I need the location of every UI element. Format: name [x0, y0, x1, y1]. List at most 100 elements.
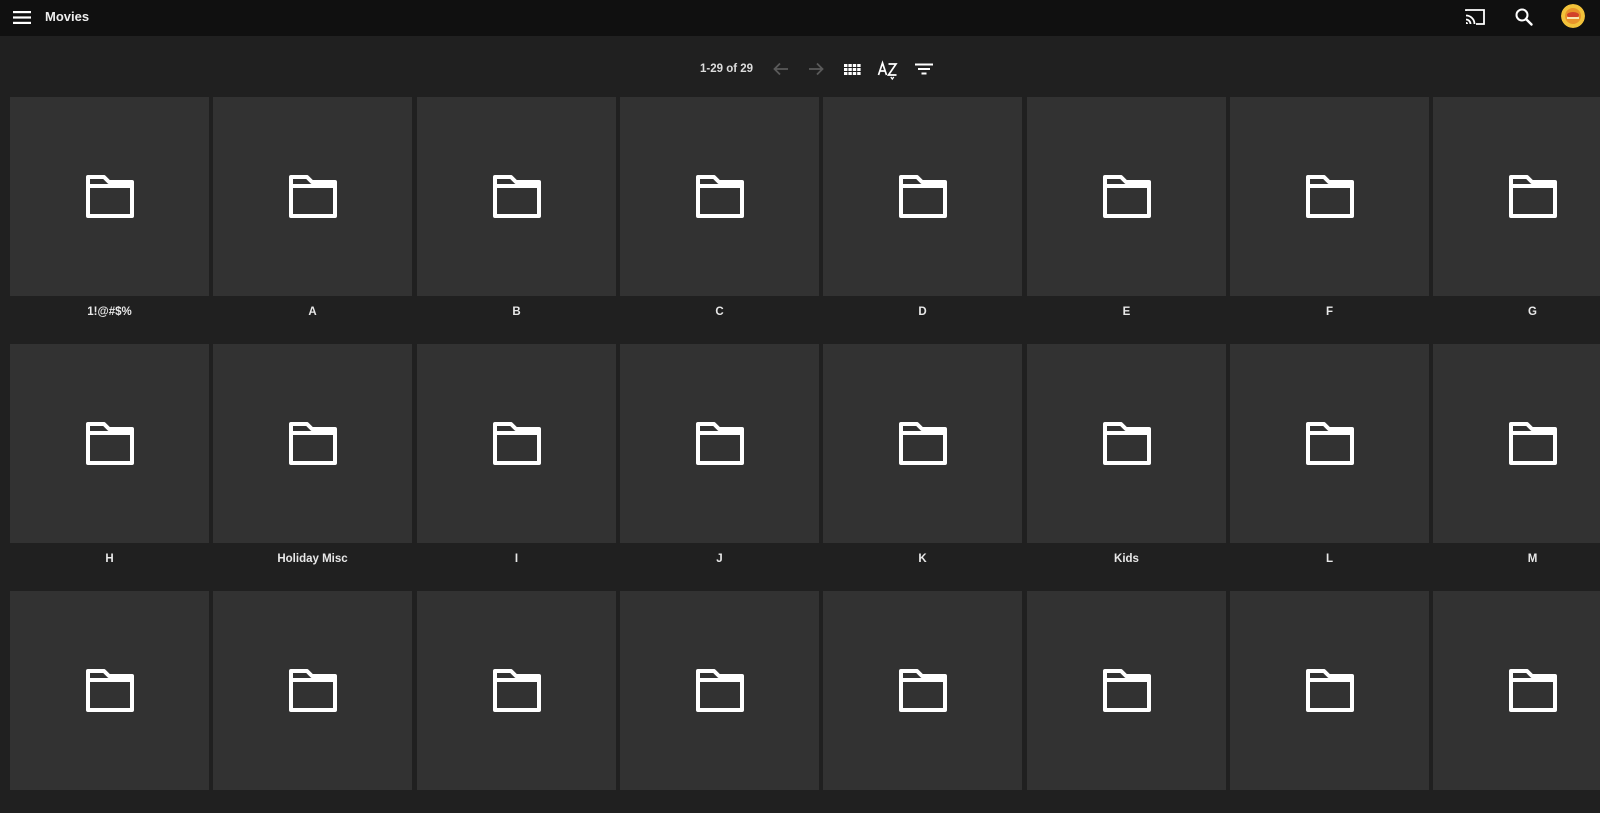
folder-icon: [289, 422, 337, 465]
folder-card[interactable]: I: [417, 344, 616, 566]
folder-icon: [493, 422, 541, 465]
folder-card[interactable]: E: [1027, 97, 1226, 319]
folder-icon: [899, 669, 947, 712]
folder-label: [823, 799, 1022, 813]
folder-label: [10, 799, 209, 813]
cast-icon[interactable]: [1463, 5, 1487, 29]
folder-label: H: [105, 553, 114, 565]
folder-label: [1230, 799, 1429, 813]
folder-thumbnail[interactable]: [417, 97, 616, 296]
folder-thumbnail[interactable]: [213, 344, 412, 543]
folder-label: F: [1325, 306, 1334, 318]
folder-label: [620, 799, 819, 813]
folder-icon: [696, 175, 744, 218]
folder-icon: [1306, 669, 1354, 712]
folder-card[interactable]: [1230, 591, 1429, 813]
folder-label: E: [1122, 306, 1131, 318]
folder-label: D: [918, 306, 927, 318]
folder-card[interactable]: Kids: [1027, 344, 1226, 566]
folder-thumbnail[interactable]: [1027, 344, 1226, 543]
folder-thumbnail[interactable]: [823, 591, 1022, 790]
folder-card[interactable]: M: [1433, 344, 1600, 566]
folder-thumbnail[interactable]: [620, 591, 819, 790]
folder-card[interactable]: B: [417, 97, 616, 319]
folder-label: C: [715, 306, 724, 318]
folder-label: Holiday Misc: [277, 553, 348, 565]
folder-thumbnail[interactable]: [1230, 591, 1429, 790]
folder-card[interactable]: [213, 591, 412, 813]
folder-card[interactable]: G: [1433, 97, 1600, 319]
folder-label: 1!@#$%: [87, 306, 132, 318]
folder-icon: [1103, 669, 1151, 712]
folder-thumbnail[interactable]: [1230, 344, 1429, 543]
folder-icon: [1103, 175, 1151, 218]
folder-card[interactable]: D: [823, 97, 1022, 319]
folder-label: I: [514, 553, 519, 565]
folder-thumbnail[interactable]: [620, 344, 819, 543]
pager-count: 1-29 of 29: [700, 63, 754, 75]
folder-thumbnail[interactable]: [823, 97, 1022, 296]
folder-label: L: [1325, 553, 1334, 565]
folder-card[interactable]: [417, 591, 616, 813]
app-header: Movies: [0, 0, 1600, 36]
folder-thumbnail[interactable]: [213, 97, 412, 296]
folder-thumbnail[interactable]: [1027, 591, 1226, 790]
library-toolbar: 1-29 of 29: [0, 54, 1600, 84]
folder-card[interactable]: 1!@#$%: [10, 97, 209, 319]
folder-thumbnail[interactable]: [417, 344, 616, 543]
folder-card[interactable]: [10, 591, 209, 813]
folder-icon: [1306, 175, 1354, 218]
folder-card[interactable]: A: [213, 97, 412, 319]
folder-label: A: [308, 306, 317, 318]
folder-thumbnail[interactable]: [10, 344, 209, 543]
grid-view-icon[interactable]: [841, 57, 865, 81]
folder-icon: [86, 669, 134, 712]
folder-icon: [1509, 175, 1557, 218]
folder-thumbnail[interactable]: [823, 344, 1022, 543]
folder-thumbnail[interactable]: [417, 591, 616, 790]
folder-icon: [899, 175, 947, 218]
folder-card[interactable]: [1027, 591, 1226, 813]
folder-card[interactable]: C: [620, 97, 819, 319]
folder-card[interactable]: K: [823, 344, 1022, 566]
folder-card[interactable]: H: [10, 344, 209, 566]
folder-label: M: [1527, 553, 1538, 565]
sort-az-icon[interactable]: [876, 57, 900, 81]
folder-label: B: [512, 306, 521, 318]
folder-card[interactable]: J: [620, 344, 819, 566]
folder-card[interactable]: [620, 591, 819, 813]
arrow-right-icon[interactable]: [804, 57, 828, 81]
folder-thumbnail[interactable]: [1027, 97, 1226, 296]
folder-icon: [289, 175, 337, 218]
page-title: Movies: [45, 9, 90, 24]
folder-thumbnail[interactable]: [1433, 344, 1600, 543]
folder-icon: [493, 669, 541, 712]
folder-icon: [696, 669, 744, 712]
folder-thumbnail[interactable]: [1230, 97, 1429, 296]
folder-thumbnail[interactable]: [1433, 591, 1600, 790]
folder-thumbnail[interactable]: [213, 591, 412, 790]
arrow-left-icon[interactable]: [769, 57, 793, 81]
folder-icon: [696, 422, 744, 465]
folder-card[interactable]: [1433, 591, 1600, 813]
folder-icon: [86, 422, 134, 465]
folder-card[interactable]: Holiday Misc: [213, 344, 412, 566]
filter-icon[interactable]: [912, 57, 936, 81]
folder-icon: [86, 175, 134, 218]
folder-label: [417, 799, 616, 813]
user-avatar[interactable]: [1561, 4, 1585, 28]
folder-card[interactable]: [823, 591, 1022, 813]
folder-icon: [493, 175, 541, 218]
folder-thumbnail[interactable]: [10, 591, 209, 790]
folder-card[interactable]: L: [1230, 344, 1429, 566]
folder-thumbnail[interactable]: [620, 97, 819, 296]
hamburger-menu-icon[interactable]: [11, 6, 35, 30]
folder-icon: [1509, 422, 1557, 465]
folder-thumbnail[interactable]: [10, 97, 209, 296]
folder-label: [1027, 799, 1226, 813]
search-icon[interactable]: [1512, 5, 1536, 29]
folder-thumbnail[interactable]: [1433, 97, 1600, 296]
folder-icon: [1103, 422, 1151, 465]
folder-label: K: [918, 553, 927, 565]
folder-card[interactable]: F: [1230, 97, 1429, 319]
